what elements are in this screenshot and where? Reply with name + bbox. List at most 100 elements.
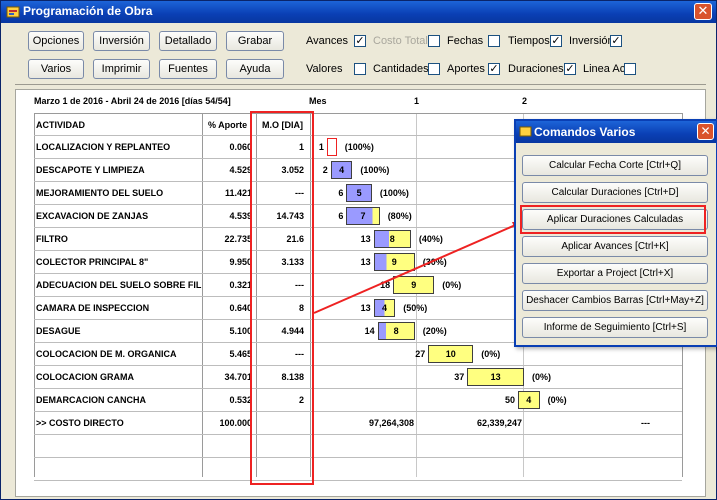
month-2-label: 2	[522, 96, 528, 106]
progress-label: (100%)	[344, 142, 374, 152]
toolbar: Opciones Inversión Detallado Grabar Vari…	[1, 23, 716, 83]
toolbar-divider	[15, 84, 706, 85]
grabar-button[interactable]: Grabar	[226, 31, 284, 51]
avances-label: Avances	[306, 35, 348, 47]
aportes-label: Aportes	[447, 63, 485, 75]
gantt-bar[interactable]: 5	[346, 184, 372, 202]
command-button[interactable]: Exportar a Project [Ctrl+X]	[522, 263, 708, 284]
activity-cell: CAMARA DE INSPECCION	[36, 303, 150, 313]
progress-label: (0%)	[547, 395, 567, 405]
ayuda-button[interactable]: Ayuda	[226, 59, 284, 79]
gantt-bar[interactable]: 9	[393, 276, 435, 294]
valores-label: Valores	[306, 63, 343, 75]
avances-checkbox[interactable]: ✓	[354, 35, 366, 47]
gantt-bar[interactable]: 4	[330, 161, 353, 179]
header-activity: ACTIVIDAD	[36, 120, 85, 130]
activity-cell: COLOCACION GRAMA	[36, 372, 134, 382]
progress-label: (100%)	[360, 165, 390, 175]
empty-row	[34, 435, 682, 458]
month-1-label: 1	[414, 96, 420, 106]
varios-button[interactable]: Varios	[28, 59, 84, 79]
tiempos-checkbox[interactable]: ✓	[550, 35, 562, 47]
bar-start-day: 13	[360, 257, 371, 267]
command-button[interactable]: Deshacer Cambios Barras [Ctrl+May+Z]	[522, 290, 708, 311]
valores-checkbox[interactable]	[354, 63, 366, 75]
activity-cell: FILTRO	[36, 234, 68, 244]
progress-label: (80%)	[387, 211, 412, 221]
gantt-bar[interactable]: 9	[373, 253, 415, 271]
activity-cell: DESAGUE	[36, 326, 81, 336]
progress-label: (100%)	[379, 188, 409, 198]
gantt-bar[interactable]: 10	[428, 345, 474, 363]
fechas-checkbox[interactable]	[488, 35, 500, 47]
command-button[interactable]: Calcular Duraciones [Ctrl+D]	[522, 182, 708, 203]
bar-start-day: 13	[360, 234, 371, 244]
pct-cell: 9.950	[229, 257, 252, 267]
fechas-label: Fechas	[447, 35, 484, 47]
command-button[interactable]: Aplicar Avances [Ctrl+K]	[522, 236, 708, 257]
bar-start-day: 14	[364, 326, 375, 336]
activity-cell: COLECTOR PRINCIPAL 8"	[36, 257, 149, 267]
command-button[interactable]: Informe de Seguimiento [Ctrl+S]	[522, 317, 708, 338]
imprimir-button[interactable]: Imprimir	[93, 59, 150, 79]
bar-start-day: 6	[338, 211, 344, 221]
progress-label: (0%)	[532, 372, 552, 382]
period-label: Marzo 1 de 2016 - Abril 24 de 2016 [días…	[34, 96, 231, 106]
pct-cell: 0.060	[229, 142, 252, 152]
opciones-button[interactable]: Opciones	[28, 31, 84, 51]
gantt-bar[interactable]: 7	[346, 207, 380, 225]
total-row: >> COSTO DIRECTO 100.000 97,264,308 62,339,…	[34, 412, 682, 435]
window-title: Programación de Obra	[23, 4, 153, 18]
tiempos-label: Tiempos	[508, 35, 550, 47]
dialog-close-icon[interactable]: ✕	[697, 123, 714, 140]
duraciones-label: Duraciones	[508, 63, 564, 75]
month-label: Mes	[309, 96, 327, 106]
title-bar: Programación de Obra ✕	[1, 1, 716, 23]
total-month-3: ---	[641, 418, 650, 428]
inversion-checkbox[interactable]: ✓	[610, 35, 622, 47]
pct-cell: 5.465	[229, 349, 252, 359]
mo-column-highlight	[250, 111, 314, 485]
pct-cell: 5.100	[229, 326, 252, 336]
pct-cell: 0.640	[229, 303, 252, 313]
fuentes-button[interactable]: Fuentes	[159, 59, 217, 79]
command-button[interactable]: Calcular Fecha Corte [Ctrl+Q]	[522, 155, 708, 176]
pct-cell: 11.421	[224, 188, 252, 198]
aportes-checkbox[interactable]: ✓	[488, 63, 500, 75]
gantt-bar[interactable]	[326, 138, 337, 156]
pct-cell: 4.539	[229, 211, 252, 221]
table-row[interactable]: DEMARCACION CANCHA 0.532 2 50 4 (0%)	[34, 389, 682, 412]
bar-start-day: 27	[415, 349, 426, 359]
activity-cell: LOCALIZACION Y REPLANTEO	[36, 142, 171, 152]
progress-label: (0%)	[481, 349, 501, 359]
table-row[interactable]: COLOCACION GRAMA 34.701 8.138 37 13 (0%)	[34, 366, 682, 389]
progress-label: (40%)	[418, 234, 443, 244]
total-month-1: 97,264,308	[368, 418, 414, 428]
bar-start-day: 37	[454, 372, 465, 382]
pct-cell: 0.321	[229, 280, 252, 290]
cantidades-checkbox[interactable]	[428, 63, 440, 75]
activity-cell: DEMARCACION CANCHA	[36, 395, 146, 405]
gantt-bar[interactable]: 4	[518, 391, 540, 409]
comandos-varios-dialog: Comandos Varios ✕ Calcular Fecha Corte […	[514, 119, 717, 347]
bar-start-day: 13	[360, 303, 371, 313]
costo-total-checkbox[interactable]	[428, 35, 440, 47]
gantt-bar[interactable]: 8	[373, 230, 411, 248]
inversion-button[interactable]: Inversión	[93, 31, 150, 51]
pct-cell: 4.529	[229, 165, 252, 175]
dialog-icon	[519, 126, 532, 137]
gantt-bar[interactable]: 13	[467, 368, 524, 386]
costo-total-label: Costo Total	[373, 35, 428, 47]
progress-label: (30%)	[422, 257, 447, 267]
cantidades-label: Cantidades	[373, 63, 429, 75]
close-icon[interactable]: ✕	[694, 3, 712, 20]
gantt-bar[interactable]: 4	[373, 299, 396, 317]
gantt-bar[interactable]: 8	[377, 322, 415, 340]
activity-cell: MEJORAMIENTO DEL SUELO	[36, 188, 164, 198]
total-pct: 100.000	[219, 418, 252, 428]
activity-cell: DESCAPOTE Y LIMPIEZA	[36, 165, 145, 175]
pct-cell: 0.532	[229, 395, 252, 405]
duraciones-checkbox[interactable]: ✓	[564, 63, 576, 75]
linea-act-checkbox[interactable]	[624, 63, 636, 75]
detallado-button[interactable]: Detallado	[159, 31, 217, 51]
